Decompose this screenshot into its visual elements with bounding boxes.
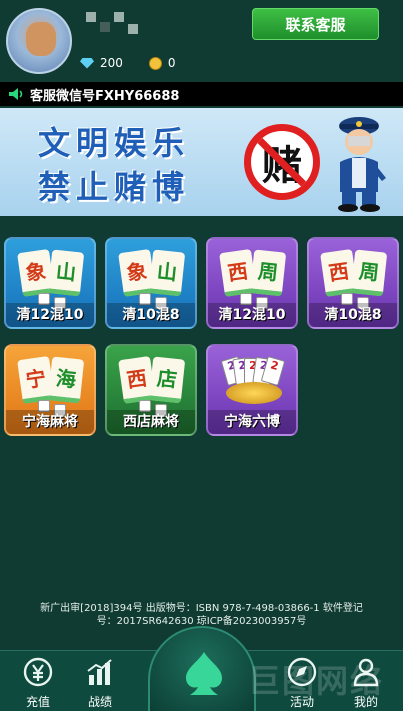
mahjong-tile: 周 — [350, 249, 388, 297]
coin-icon — [148, 56, 162, 70]
mahjong-tile: 海 — [47, 356, 85, 404]
contact-service-button[interactable]: 联系客服 — [252, 8, 379, 40]
game-tile-label: 清12混10 — [6, 303, 94, 327]
no-gambling-sign-char: 赌 — [262, 143, 302, 189]
nav-recharge-label: 充值 — [25, 695, 50, 709]
game-tile-label: 清10混8 — [107, 303, 195, 327]
mahjong-tile: 山 — [148, 249, 186, 297]
nav-record[interactable]: 战绩 — [70, 657, 130, 711]
watermark-text: 巨图网络 — [248, 662, 385, 700]
police-officer-icon — [338, 117, 386, 212]
banner-line-1: 文明娱乐 — [38, 124, 191, 162]
banner-line-2: 禁止赌博 — [38, 168, 191, 206]
diamond-icon — [80, 57, 94, 69]
game-tile-xidian-mahjong[interactable]: 西 店 西店麻将 — [105, 344, 197, 436]
mahjong-tile: 山 — [47, 249, 85, 297]
mahjong-tile: 周 — [249, 249, 287, 297]
game-tile-xizhou-12-10[interactable]: 西 周 清12混10 — [206, 237, 298, 329]
game-tile-xiangshan-12-10[interactable]: 象 山 清12混10 — [4, 237, 96, 329]
notice-bar: 客服微信号FXHY66688 — [0, 82, 403, 106]
mahjong-tile: 店 — [148, 356, 186, 404]
notice-text: 客服微信号FXHY66688 — [30, 88, 180, 104]
user-avatar[interactable] — [6, 8, 72, 74]
speaker-icon — [9, 88, 23, 100]
game-tile-ninghai-mahjong[interactable]: 宁 海 宁海麻将 — [4, 344, 96, 436]
no-gambling-sign-icon: 赌 — [244, 124, 320, 200]
bar-chart-icon — [87, 659, 112, 685]
game-tile-ninghai-liubo[interactable]: 2 2 2 2 2 宁海六博 — [206, 344, 298, 436]
game-tile-xiangshan-10-8[interactable]: 象 山 清10混8 — [105, 237, 197, 329]
game-tile-xizhou-10-8[interactable]: 西 周 清10混8 — [307, 237, 399, 329]
yen-circle-icon — [23, 657, 53, 687]
gold-coins-icon — [226, 382, 282, 404]
nav-record-label: 战绩 — [87, 695, 112, 709]
user-stats: 200 0 — [80, 56, 196, 70]
diamond-count: 200 — [100, 56, 123, 70]
game-tile-label: 西店麻将 — [107, 410, 195, 434]
game-tile-label: 清12混10 — [208, 303, 296, 327]
play-center-button[interactable] — [148, 626, 256, 711]
coin-count: 0 — [167, 56, 176, 70]
game-tile-label: 宁海麻将 — [6, 410, 94, 434]
license-info: 新广出审[2018]394号 出版物号：ISBN 978-7-498-03866… — [0, 602, 403, 628]
nav-recharge[interactable]: 充值 — [8, 657, 68, 711]
user-nickname-blurred — [86, 12, 138, 34]
game-tile-label: 清10混8 — [309, 303, 397, 327]
spade-icon — [186, 652, 222, 695]
license-line-1: 新广出审[2018]394号 出版物号：ISBN 978-7-498-03866… — [40, 603, 363, 614]
game-tile-label: 宁海六博 — [208, 410, 296, 434]
